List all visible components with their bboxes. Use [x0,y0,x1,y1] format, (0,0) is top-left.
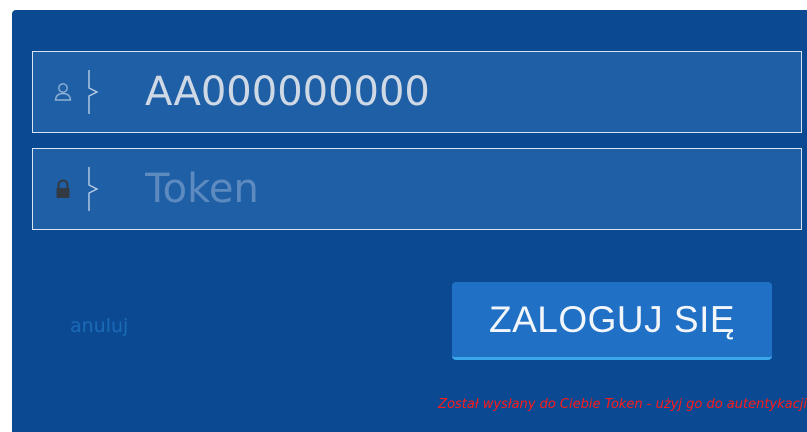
token-input[interactable] [145,149,791,229]
field-divider [87,167,101,211]
login-panel: anuluj ZALOGUJ SIĘ Został wysłany do Cie… [12,10,807,432]
user-icon [53,81,73,103]
username-input[interactable] [145,52,791,132]
token-sent-message: Został wysłany do Ciebie Token - użyj go… [438,397,807,412]
login-button[interactable]: ZALOGUJ SIĘ [452,282,772,360]
username-field[interactable] [32,51,802,133]
field-divider [87,70,101,114]
token-field[interactable] [32,148,802,230]
cancel-link[interactable]: anuluj [70,315,128,337]
lock-icon [53,178,73,200]
